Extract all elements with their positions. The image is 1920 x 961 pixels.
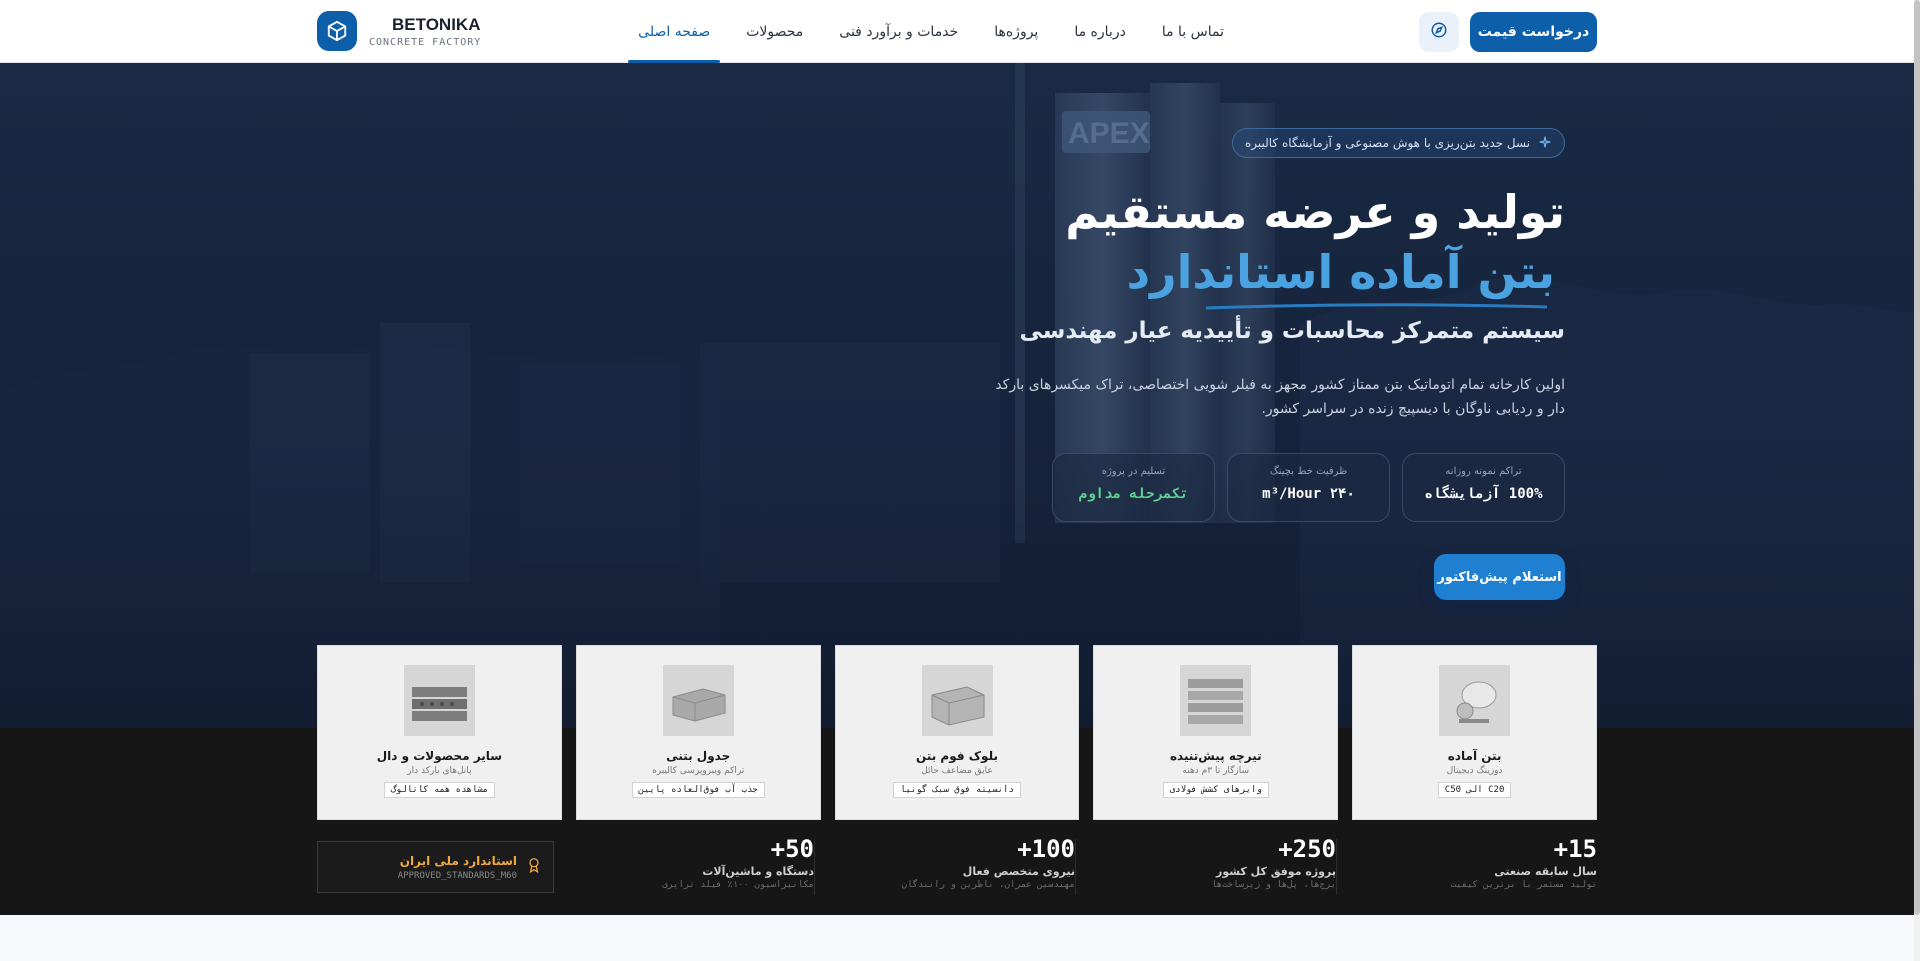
stat-label: تسلیم در پروژه: [1101, 466, 1166, 477]
standard-code: APPROVED_STANDARDS_M60: [397, 870, 517, 881]
product-card-slabs[interactable]: سایر محصولات و دال پانل‌های بارکد دار مش…: [317, 645, 562, 820]
stat-card: ظرفیت خط بچینگ m³/Hour ۲۴۰: [1227, 453, 1390, 522]
national-standard-badge: استاندارد ملی ایران APPROVED_STANDARDS_M…: [317, 841, 554, 893]
product-title: بتن آماده: [1447, 749, 1502, 763]
nav-item-home[interactable]: صفحه اصلی: [628, 0, 721, 63]
hero-title-line1: تولید و عرضه مستقیم: [1065, 185, 1565, 239]
product-subtitle: تراکم ویبروپرسی کالیبره: [652, 766, 745, 776]
nav-item-about[interactable]: درباره ما: [1074, 0, 1125, 63]
metric-item: +15 سال سابقه صنعتی تولید مستمر با برتری…: [1336, 835, 1597, 898]
nav-item-services[interactable]: خدمات و برآورد فنی: [839, 0, 958, 63]
product-card-ready-mix[interactable]: بتن آماده دوزینگ دیجیتال C20 الی C50: [1352, 645, 1597, 820]
product-title: سایر محصولات و دال: [376, 749, 503, 763]
nav-item-projects[interactable]: پروژه‌ها: [994, 0, 1038, 63]
product-title: تیرچه پیش‌تنیده: [1169, 749, 1262, 763]
stat-value: m³/Hour ۲۴۰: [1262, 486, 1355, 502]
metric-divider: [1336, 839, 1337, 895]
mixer-image: [1439, 665, 1511, 736]
request-price-button[interactable]: درخواست قیمت: [1470, 12, 1597, 52]
product-card-foam-block[interactable]: بلوک فوم بتن عایق مضاعف حائل دانسیته فوق…: [834, 645, 1080, 820]
metric-divider: [1075, 839, 1076, 895]
hero-description: اولین کارخانه تمام اتوماتیک بتن ممتاز کش…: [995, 377, 1565, 417]
compass-icon: [1430, 21, 1448, 43]
hero-subtitle: سیستم متمرکز محاسبات و تأییدیه عیار مهند…: [1019, 318, 1565, 344]
metric-label: نیروی متخصص فعال: [962, 865, 1075, 878]
stat-value: تکمرحله مداوم: [1078, 486, 1189, 502]
slabs-image: [403, 665, 475, 736]
metric-subtext: مکانیزاسیون ۱۰۰٪ فیلد تراپری: [662, 880, 814, 890]
metric-number: +15: [1553, 835, 1597, 863]
metric-number: +100: [1017, 835, 1075, 863]
product-cards: بتن آماده دوزینگ دیجیتال C20 الی C50 تیر…: [317, 645, 1597, 820]
metric-label: سال سابقه صنعتی: [1494, 865, 1597, 878]
product-tag: جذب آب فوق‌العاده پایین: [631, 782, 765, 798]
stat-card: تراکم نمونه روزانه 100% آزمایشگاه: [1402, 453, 1565, 522]
metric-subtext: برج‌ها، پل‌ها و زیرساخت‌ها: [1211, 880, 1336, 890]
main-menu: صفحه اصلی محصولات خدمات و برآورد فنی پرو…: [628, 0, 1224, 63]
metric-subtext: تولید مستمر با برترین کیفیت: [1450, 880, 1597, 890]
metric-label: پروژه موفق کل کشور: [1216, 865, 1336, 878]
product-card-curb[interactable]: جدول بتنی تراکم ویبروپرسی کالیبره جذب آب…: [575, 645, 821, 820]
curb-image: [662, 665, 734, 736]
product-title: جدول بتنی: [666, 749, 731, 763]
product-tag: وایرهای کشش فولادی: [1162, 782, 1269, 798]
hero-stats: تراکم نمونه روزانه 100% آزمایشگاه ظرفیت …: [1052, 453, 1565, 522]
product-title: بلوک فوم بتن: [916, 749, 998, 763]
metric-subtext: مهندسین عمران، ناظرین و رانندگان: [901, 880, 1075, 890]
compass-button[interactable]: [1419, 12, 1459, 52]
brand[interactable]: BETONIKA CONCRETE FACTORY: [317, 11, 481, 51]
stat-card: تسلیم در پروژه تکمرحله مداوم: [1052, 453, 1215, 522]
cube-icon: [317, 11, 357, 51]
page-scrollbar-thumb[interactable]: [1914, 0, 1920, 915]
hero-title-line2: بتن آماده استاندارد: [1126, 245, 1555, 299]
top-navbar: BETONIKA CONCRETE FACTORY صفحه اصلی محصو…: [0, 0, 1914, 63]
product-subtitle: عایق مضاعف حائل: [921, 766, 993, 776]
proforma-inquiry-button[interactable]: استعلام پیش‌فاکتور: [1434, 554, 1565, 600]
product-tag: مشاهده همه کاتالوگ: [383, 782, 496, 798]
nav-item-products[interactable]: محصولات: [746, 0, 803, 63]
metric-item: +100 نیروی متخصص فعال مهندسین عمران، ناظ…: [814, 835, 1075, 898]
standard-title: استاندارد ملی ایران: [399, 853, 517, 868]
product-subtitle: دوزینگ دیجیتال: [1446, 766, 1503, 776]
brand-name: BETONIKA: [392, 14, 481, 34]
hero-badge: نسل جدید بتن‌ریزی با هوش مصنوعی و آزمایش…: [1231, 128, 1565, 158]
title-underline-decoration: [1205, 303, 1548, 310]
metric-number: +250: [1278, 835, 1336, 863]
product-tag: C20 الی C50: [1437, 782, 1512, 798]
hero-section: APEX نسل جدید بتن‌ریزی با هوش مصنوعی و آ…: [0, 63, 1914, 728]
award-icon: [527, 857, 541, 877]
product-subtitle: پانل‌های بارکد دار: [407, 766, 472, 776]
joist-image: [1180, 665, 1252, 736]
stat-label: ظرفیت خط بچینگ: [1269, 466, 1348, 477]
metric-item: +50 دستگاه و ماشین‌آلات مکانیزاسیون ۱۰۰٪…: [553, 835, 814, 898]
product-tag: دانسیته فوق سبک گونیا: [893, 782, 1021, 798]
metric-divider: [814, 839, 815, 895]
metric-number: +50: [770, 835, 814, 863]
product-subtitle: سازگار تا ۳م دهنه: [1182, 766, 1250, 776]
stat-label: تراکم نمونه روزانه: [1445, 466, 1522, 477]
metric-item: +250 پروژه موفق کل کشور برج‌ها، پل‌ها و …: [1075, 835, 1336, 898]
foam-block-image: [921, 665, 993, 736]
nav-item-contact[interactable]: تماس با ما: [1162, 0, 1224, 63]
hero-badge-text: نسل جدید بتن‌ریزی با هوش مصنوعی و آزمایش…: [1244, 136, 1530, 150]
factory-background-image: APEX: [0, 63, 1914, 728]
metric-label: دستگاه و ماشین‌آلات: [702, 865, 814, 878]
sparkle-icon: [1538, 135, 1552, 152]
stat-value: 100% آزمایشگاه: [1424, 486, 1543, 502]
svg-text:APEX: APEX: [1068, 117, 1150, 150]
product-card-prestressed-joist[interactable]: تیرچه پیش‌تنیده سازگار تا ۳م دهنه وایرها…: [1093, 645, 1339, 820]
brand-subtitle: CONCRETE FACTORY: [369, 36, 482, 48]
